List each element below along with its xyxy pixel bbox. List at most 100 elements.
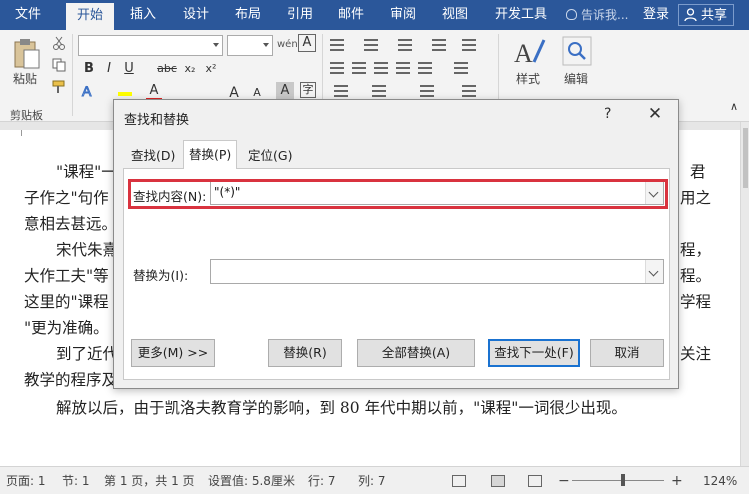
tab-insert[interactable]: 插入: [119, 0, 167, 30]
editing-label[interactable]: 编辑: [564, 70, 588, 87]
print-layout-icon[interactable]: [491, 475, 505, 487]
clipboard-group-label: 剪贴板: [10, 109, 43, 122]
tab-design[interactable]: 设计: [172, 0, 220, 30]
italic-button[interactable]: I: [102, 58, 116, 80]
increase-indent-icon[interactable]: [462, 39, 476, 51]
share-button[interactable]: 共享: [678, 4, 735, 26]
scrollbar-thumb[interactable]: [743, 128, 748, 188]
status-page[interactable]: 页面: 1: [6, 467, 46, 494]
status-column[interactable]: 列: 7: [358, 467, 386, 494]
read-mode-icon[interactable]: [452, 475, 466, 487]
tab-review[interactable]: 审阅: [379, 0, 427, 30]
underline-button[interactable]: U: [122, 58, 136, 80]
tab-find[interactable]: 查找(D): [126, 143, 180, 168]
web-layout-icon[interactable]: [528, 475, 542, 487]
zoom-slider[interactable]: [572, 480, 664, 481]
tab-file[interactable]: 文件: [4, 0, 52, 30]
superscript-button[interactable]: x²: [203, 58, 219, 80]
text-effects-icon[interactable]: A: [80, 82, 98, 100]
cut-icon[interactable]: [52, 36, 66, 50]
find-what-input[interactable]: "(*)": [210, 180, 664, 205]
font-size-dropdown[interactable]: [227, 35, 273, 56]
tab-replace[interactable]: 替换(P): [183, 140, 238, 169]
zoom-out-button[interactable]: −: [558, 467, 570, 494]
bold-button[interactable]: B: [82, 58, 96, 80]
subscript-button[interactable]: x₂: [182, 58, 198, 80]
tab-goto[interactable]: 定位(G): [243, 143, 297, 168]
replace-with-input[interactable]: [210, 259, 664, 284]
status-section[interactable]: 节: 1: [62, 467, 90, 494]
find-what-label: 查找内容(N):: [133, 189, 207, 204]
styles-label[interactable]: 样式: [516, 70, 540, 87]
numbering-icon[interactable]: [364, 39, 378, 51]
collapse-ribbon-icon[interactable]: ∧: [726, 96, 742, 118]
font-name-dropdown[interactable]: [78, 35, 223, 56]
chevron-down-icon: [213, 43, 219, 47]
zoom-slider-thumb[interactable]: [621, 474, 625, 486]
styles-icon[interactable]: A: [512, 36, 546, 68]
doc-fragment: 程。: [680, 267, 712, 285]
highlight-color-icon[interactable]: [118, 82, 132, 96]
align-center-icon[interactable]: [352, 62, 366, 74]
find-icon[interactable]: [562, 36, 592, 66]
status-position[interactable]: 设置值: 5.8厘米: [208, 467, 295, 494]
help-button[interactable]: ?: [604, 106, 611, 122]
tab-mailings[interactable]: 邮件: [327, 0, 375, 30]
sort-icon[interactable]: [420, 85, 434, 97]
status-page-count[interactable]: 第 1 页，共 1 页: [104, 467, 195, 494]
justify-icon[interactable]: [396, 62, 410, 74]
change-case-icon[interactable]: wén: [277, 34, 298, 56]
find-next-button[interactable]: 查找下一处(F): [488, 339, 580, 367]
svg-text:A: A: [82, 83, 92, 99]
tab-home[interactable]: 开始: [66, 3, 114, 30]
enclose-char-icon[interactable]: 字: [300, 82, 316, 98]
tab-layout[interactable]: 布局: [224, 0, 272, 30]
align-right-icon[interactable]: [374, 62, 388, 74]
tell-me-box[interactable]: 告诉我...: [566, 0, 628, 30]
font-color-glyph: A: [149, 83, 159, 98]
show-marks-icon[interactable]: [462, 85, 476, 97]
tab-view[interactable]: 视图: [431, 0, 479, 30]
svg-text:A: A: [514, 39, 533, 68]
chevron-down-icon: [263, 43, 269, 47]
doc-line: 教学的程序及: [24, 371, 118, 389]
doc-line: 解放以后，由于凯洛夫教育学的影响，到 80 年代中期以前，"课程"一词很少出现。: [56, 399, 627, 417]
tab-developer[interactable]: 开发工具: [486, 0, 556, 30]
char-shading-icon[interactable]: A: [276, 82, 294, 100]
paste-icon[interactable]: [12, 38, 42, 70]
more-button[interactable]: 更多(M) >>: [131, 339, 215, 367]
tab-references[interactable]: 引用: [276, 0, 324, 30]
format-painter-icon[interactable]: [52, 80, 66, 94]
chevron-down-icon[interactable]: [645, 181, 663, 204]
zoom-in-button[interactable]: +: [671, 467, 683, 494]
doc-line: 到了近代: [56, 345, 119, 363]
copy-icon[interactable]: [52, 58, 66, 72]
paste-label[interactable]: 粘贴: [13, 70, 37, 87]
bullets-icon[interactable]: [330, 39, 344, 51]
chevron-down-icon[interactable]: [645, 260, 663, 283]
zoom-level[interactable]: 124%: [703, 467, 737, 494]
multilevel-list-icon[interactable]: [398, 39, 412, 51]
dialog-title: 查找和替换: [124, 113, 190, 128]
vertical-scrollbar[interactable]: [740, 122, 749, 466]
replace-button[interactable]: 替换(R): [268, 339, 342, 367]
doc-line: 宋代朱熹: [56, 241, 119, 259]
char-border-icon[interactable]: A: [298, 34, 316, 52]
login-link[interactable]: 登录: [643, 0, 669, 30]
strikethrough-button[interactable]: abc: [156, 58, 178, 80]
close-button[interactable]: ✕: [640, 103, 670, 125]
cancel-button[interactable]: 取消: [590, 339, 664, 367]
decrease-indent-icon[interactable]: [432, 39, 446, 51]
doc-line: 这里的"课程: [24, 293, 109, 311]
distributed-icon[interactable]: [418, 62, 432, 74]
shading-icon[interactable]: [334, 85, 348, 97]
line-spacing-icon[interactable]: [454, 62, 468, 74]
borders-icon[interactable]: [372, 85, 386, 97]
status-row[interactable]: 行: 7: [308, 467, 336, 494]
replace-all-button[interactable]: 全部替换(A): [357, 339, 475, 367]
find-what-value: "(*)": [214, 185, 241, 199]
status-bar: 页面: 1 节: 1 第 1 页，共 1 页 设置值: 5.8厘米 行: 7 列…: [0, 466, 749, 494]
doc-line: 意相去甚远。: [24, 215, 118, 233]
doc-line: 子作之"句作: [24, 189, 109, 207]
align-left-icon[interactable]: [330, 62, 344, 74]
